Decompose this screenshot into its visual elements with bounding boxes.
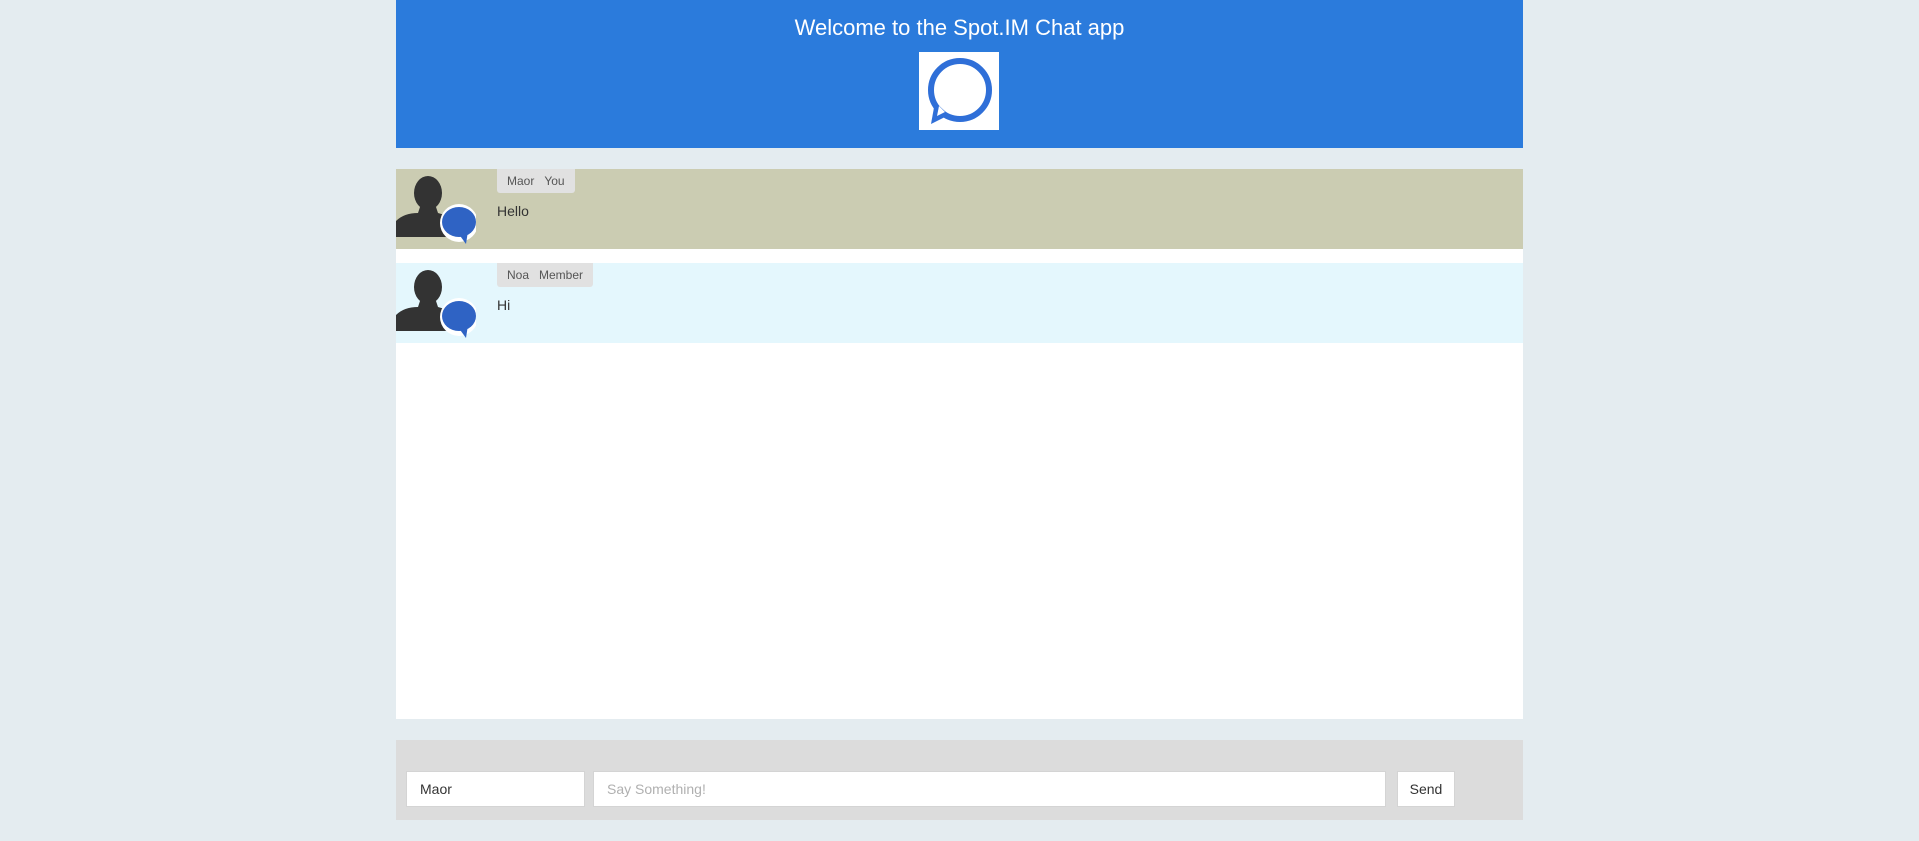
user-chat-avatar-icon (396, 176, 478, 244)
avatar (396, 263, 478, 343)
message-meta: Maor You (497, 169, 575, 193)
message-role: Member (539, 268, 584, 282)
message-text: Hi (497, 297, 511, 313)
message-meta: Noa Member (497, 263, 594, 287)
send-button[interactable]: Send (1397, 771, 1455, 807)
page-title: Welcome to the Spot.IM Chat app (794, 15, 1125, 40)
header: Welcome to the Spot.IM Chat app (396, 0, 1523, 148)
chat-bubble-icon (928, 58, 992, 124)
message-author: Maor (507, 174, 535, 188)
message-text: Hello (497, 203, 529, 219)
message-composer: Send (396, 740, 1523, 820)
message-list: Maor You Hello Noa Member Hi (396, 169, 1523, 719)
user-chat-avatar-icon (396, 270, 478, 338)
message-role: You (544, 174, 565, 188)
chat-app: Welcome to the Spot.IM Chat app Maor You… (396, 0, 1523, 820)
avatar (396, 169, 478, 249)
username-input[interactable] (406, 771, 585, 807)
message-author: Noa (507, 268, 530, 282)
message-item: Maor You Hello (396, 169, 1523, 249)
message-item: Noa Member Hi (396, 263, 1523, 343)
message-input[interactable] (593, 771, 1386, 807)
logo (919, 52, 999, 130)
